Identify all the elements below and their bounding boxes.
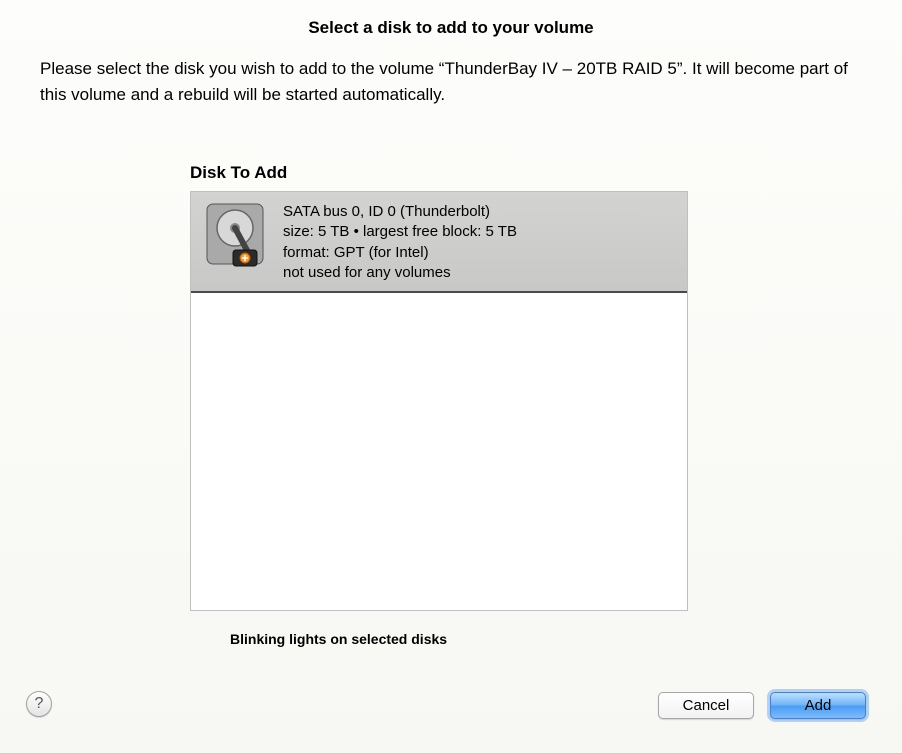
disk-line1: SATA bus 0, ID 0 (Thunderbolt) [283,202,517,222]
dialog-title: Select a disk to add to your volume [0,0,902,38]
dialog-instructions: Please select the disk you wish to add t… [0,38,902,107]
disk-list[interactable]: SATA bus 0, ID 0 (Thunderbolt) size: 5 T… [190,191,688,611]
disk-to-add-label: Disk To Add [190,163,902,183]
disk-line4: not used for any volumes [283,263,517,283]
button-row: Cancel Add [658,692,866,719]
cancel-button[interactable]: Cancel [658,692,754,719]
disk-row[interactable]: SATA bus 0, ID 0 (Thunderbolt) size: 5 T… [191,192,687,293]
status-line: Blinking lights on selected disks [230,631,902,647]
add-button[interactable]: Add [770,692,866,719]
disk-line2: size: 5 TB • largest free block: 5 TB [283,222,517,242]
dialog-sheet: Select a disk to add to your volume Plea… [0,0,902,754]
modal-dialog: Select a disk to add to your volume Plea… [0,0,902,742]
disk-line3: format: GPT (for Intel) [283,243,517,263]
disk-info: SATA bus 0, ID 0 (Thunderbolt) size: 5 T… [283,200,517,283]
hard-drive-icon [201,200,269,268]
help-button[interactable]: ? [26,691,52,717]
help-icon: ? [35,695,44,713]
